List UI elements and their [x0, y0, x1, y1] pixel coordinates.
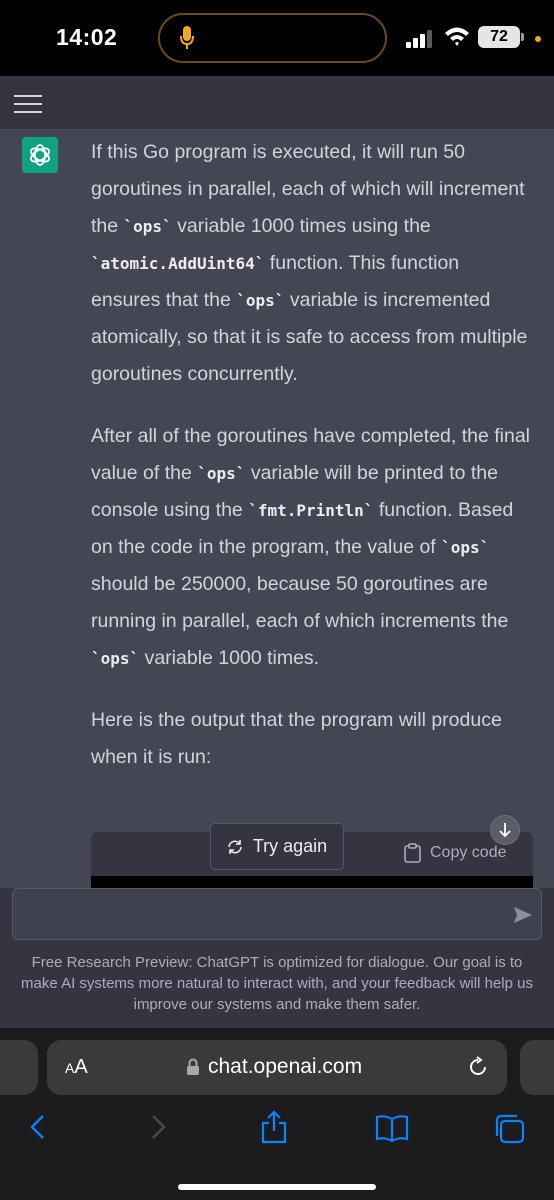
safari-toolbar: AA chat.openai.com: [0, 1028, 554, 1200]
lock-icon: [187, 1058, 199, 1075]
home-indicator: [178, 1184, 376, 1190]
chat-header: [0, 76, 554, 130]
chat-thread: If this Go program is executed, it will …: [0, 130, 554, 888]
copy-code-label: Copy code: [430, 844, 507, 861]
inline-code: `ops`: [236, 291, 285, 310]
inline-code: `ops`: [123, 217, 172, 236]
back-arrow-icon[interactable]: [28, 1114, 48, 1140]
share-icon[interactable]: [259, 1110, 289, 1144]
dynamic-island: [158, 13, 387, 63]
microphone-icon: [180, 26, 194, 49]
assistant-avatar: [22, 137, 58, 173]
composer-area: Free Research Preview: ChatGPT is optimi…: [0, 888, 554, 1028]
address-bar[interactable]: AA chat.openai.com: [47, 1040, 507, 1095]
bookmarks-icon[interactable]: [375, 1114, 409, 1142]
inline-code: `ops`: [441, 538, 490, 557]
previous-tab-preview[interactable]: [0, 1040, 38, 1095]
inline-code: `ops`: [91, 649, 140, 668]
refresh-icon: [228, 839, 242, 854]
inline-code: `ops`: [197, 464, 246, 483]
clipboard-icon: [404, 843, 421, 863]
signal-icon: [406, 30, 432, 48]
reader-settings-button[interactable]: AA: [65, 1056, 88, 1079]
message-paragraph-3: Here is the output that the program will…: [91, 709, 502, 768]
status-bar: 14:02 72: [0, 0, 554, 76]
battery-icon: 72: [478, 26, 524, 48]
code-block-body: [91, 876, 533, 888]
privacy-indicator-dot: [535, 36, 541, 42]
disclaimer-text: Free Research Preview: ChatGPT is optimi…: [21, 954, 533, 1013]
message-paragraph-2: After all of the goroutines have complet…: [91, 425, 531, 669]
send-icon[interactable]: [513, 906, 533, 924]
arrow-down-icon: [499, 823, 511, 838]
message-input[interactable]: [12, 888, 542, 940]
url-text: chat.openai.com: [208, 1055, 363, 1078]
forward-arrow-icon[interactable]: [148, 1114, 168, 1140]
tabs-overview-icon[interactable]: [494, 1114, 526, 1144]
try-again-button[interactable]: Try again: [210, 823, 344, 870]
copy-code-button[interactable]: Copy code: [404, 842, 507, 864]
hamburger-menu-icon[interactable]: [14, 94, 42, 114]
wifi-icon: [445, 27, 469, 46]
next-tab-preview[interactable]: [520, 1040, 554, 1095]
message-paragraph-1: If this Go program is executed, it will …: [91, 141, 528, 385]
openai-logo-icon: [30, 144, 50, 166]
assistant-message: If this Go program is executed, it will …: [91, 134, 531, 801]
inline-code: `fmt.Println`: [248, 501, 374, 520]
scroll-to-bottom-button[interactable]: [490, 815, 520, 845]
reload-icon[interactable]: [467, 1056, 489, 1078]
try-again-label: Try again: [252, 836, 328, 856]
status-time: 14:02: [56, 24, 118, 50]
inline-code: `atomic.AddUint64`: [91, 254, 265, 273]
